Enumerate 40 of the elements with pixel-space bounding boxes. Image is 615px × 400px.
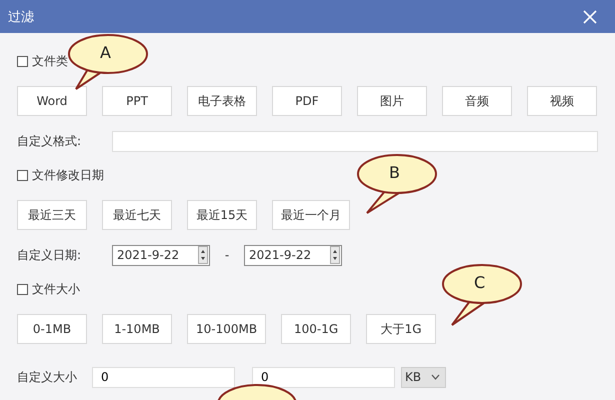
option-button[interactable]: 电子表格 (187, 86, 257, 116)
checkbox-label: 文件修改日期 (32, 166, 104, 184)
close-icon[interactable] (583, 10, 597, 24)
option-button[interactable]: 音频 (442, 86, 512, 116)
checkbox[interactable] (17, 170, 28, 180)
callout-letter: B (389, 163, 400, 182)
option-button[interactable]: 100-1G (281, 314, 352, 344)
range-separator: - (224, 248, 230, 262)
unit-dropdown[interactable]: KB (401, 366, 446, 388)
option-button[interactable]: Word (17, 86, 87, 116)
field-label: 自定义日期: (17, 246, 82, 264)
spinner-icon[interactable] (330, 246, 340, 264)
field-label: 自定义格式: (17, 132, 82, 150)
checkbox[interactable] (17, 284, 28, 294)
input-field[interactable]: 0 (92, 366, 235, 388)
option-button[interactable]: 10-100MB (187, 314, 266, 344)
option-button[interactable]: 大于1G (366, 314, 436, 344)
callout-letter: A (100, 43, 111, 62)
option-button[interactable]: 视频 (527, 86, 597, 116)
option-button[interactable]: 最近三天 (17, 200, 87, 230)
option-button[interactable]: PPT (102, 86, 172, 116)
option-button[interactable]: 最近15天 (187, 200, 257, 230)
checkbox-label: 文件类 (32, 52, 68, 70)
chevron-down-icon (431, 374, 440, 380)
checkbox-label: 文件大小 (32, 280, 80, 298)
option-button[interactable]: 最近一个月 (272, 200, 350, 230)
field-label: 自定义大小 (17, 368, 78, 386)
input-field[interactable]: 0 (252, 366, 395, 388)
window-title: 过滤 (8, 8, 34, 26)
date-field[interactable]: 2021-9-22 (244, 244, 342, 266)
option-button[interactable]: 1-10MB (102, 314, 172, 344)
option-button[interactable]: 最近七天 (102, 200, 172, 230)
input-field[interactable] (112, 130, 598, 152)
option-button[interactable]: 0-1MB (17, 314, 87, 344)
spinner-icon[interactable] (198, 246, 208, 264)
date-field[interactable]: 2021-9-22 (112, 244, 210, 266)
callout-letter: C (474, 273, 486, 292)
checkbox[interactable] (17, 56, 28, 66)
option-button[interactable]: 图片 (357, 86, 427, 116)
option-button[interactable]: PDF (272, 86, 342, 116)
